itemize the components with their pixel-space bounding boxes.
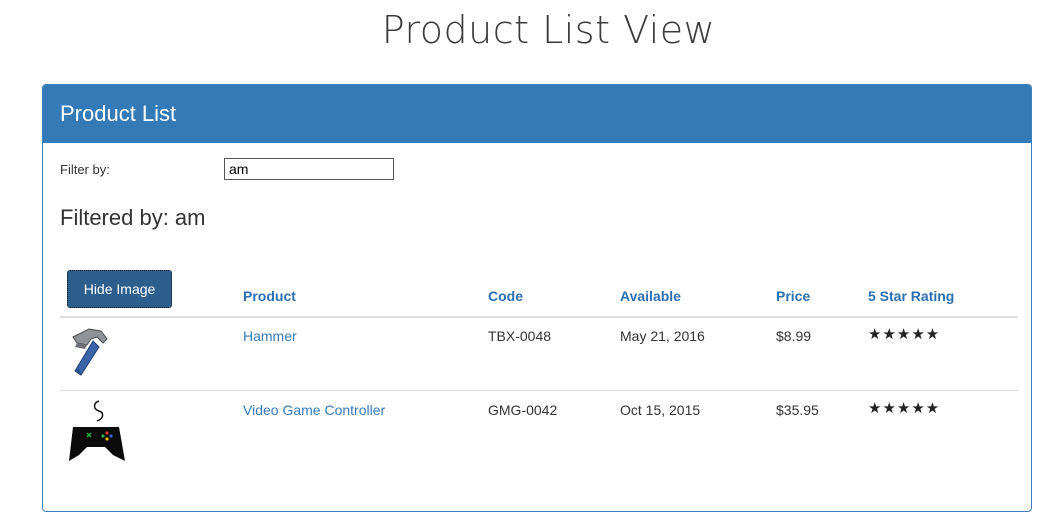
product-name-link[interactable]: Video Game Controller <box>243 402 385 418</box>
game-controller-image <box>69 400 125 461</box>
column-header-rating[interactable]: 5 Star Rating <box>868 288 954 304</box>
product-price: $8.99 <box>776 328 812 344</box>
product-code: TBX-0048 <box>488 328 552 344</box>
page-title: Product List View <box>381 8 716 52</box>
hammer-image <box>72 328 108 376</box>
product-available: Oct 15, 2015 <box>620 402 701 418</box>
hide-image-button[interactable]: Hide Image <box>67 270 172 308</box>
product-code: GMG-0042 <box>488 402 558 418</box>
product-price: $35.95 <box>776 402 819 418</box>
filter-label: Filter by: <box>60 162 110 177</box>
product-name-link[interactable]: Hammer <box>243 328 297 344</box>
row-divider <box>60 390 1018 391</box>
filtered-by-text: Filtered by: am <box>60 205 206 230</box>
panel-heading: Product List <box>43 85 1031 143</box>
table-header-divider <box>60 316 1018 318</box>
product-available: May 21, 2016 <box>620 328 705 344</box>
star-rating: ★★★★★ <box>868 326 941 343</box>
filter-input[interactable] <box>224 158 394 180</box>
column-header-code[interactable]: Code <box>488 288 523 304</box>
product-list-panel: Product List Filter by: Filtered by: am … <box>42 84 1032 512</box>
star-rating: ★★★★★ <box>868 400 941 417</box>
column-header-product[interactable]: Product <box>243 288 296 304</box>
column-header-price[interactable]: Price <box>776 288 810 304</box>
column-header-available[interactable]: Available <box>620 288 681 304</box>
